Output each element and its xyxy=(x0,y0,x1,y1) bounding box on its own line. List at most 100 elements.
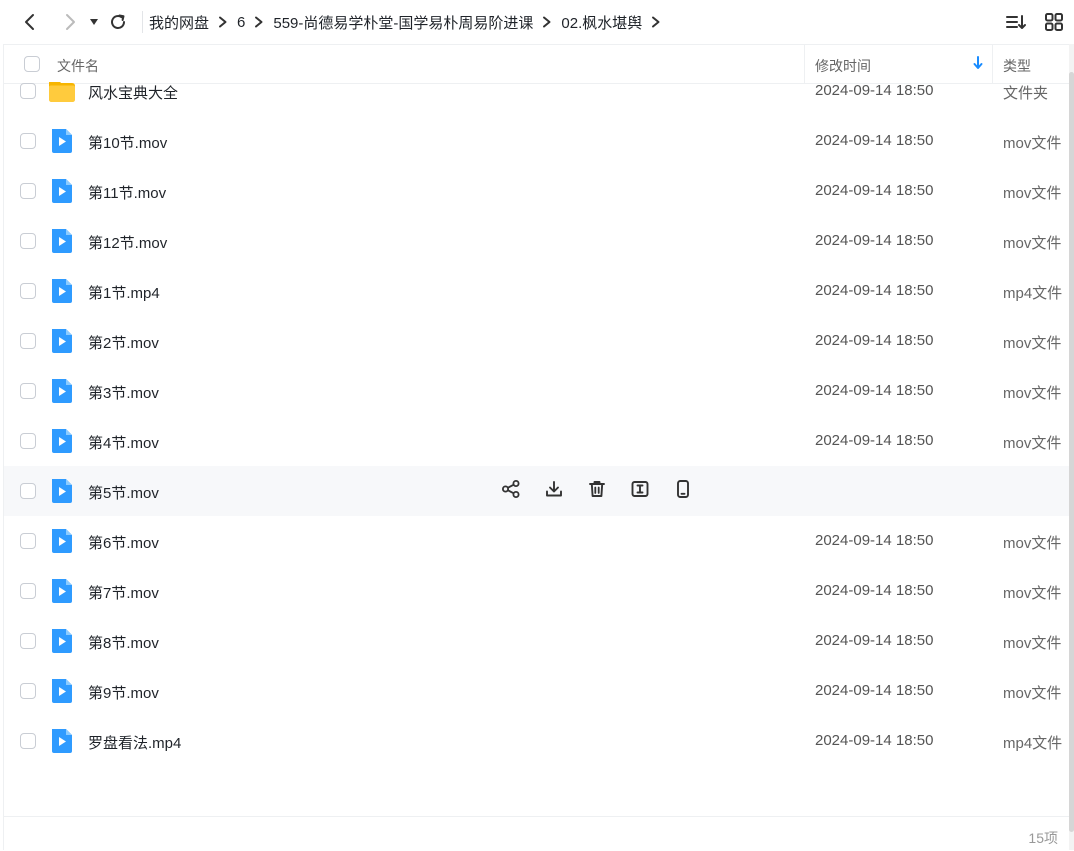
back-button[interactable] xyxy=(16,8,44,36)
history-dropdown-button[interactable] xyxy=(84,8,104,36)
file-type: mov文件 xyxy=(1003,385,1062,402)
video-file-icon xyxy=(48,328,76,354)
select-all-checkbox[interactable] xyxy=(24,56,40,72)
file-name[interactable]: 风水宝典大全 xyxy=(88,82,178,103)
column-type[interactable]: 类型 xyxy=(1003,56,1031,76)
video-file-icon xyxy=(48,528,76,554)
column-header: 文件名 修改时间 类型 xyxy=(4,44,1070,84)
file-name[interactable]: 第5节.mov xyxy=(88,482,159,503)
modified-time: 2024-09-14 18:50 xyxy=(815,432,934,449)
row-checkbox[interactable] xyxy=(20,533,36,549)
modified-time: 2024-09-14 18:50 xyxy=(815,82,934,99)
row-checkbox[interactable] xyxy=(20,333,36,349)
row-checkbox[interactable] xyxy=(20,633,36,649)
file-name[interactable]: 第6节.mov xyxy=(88,532,159,553)
column-modified-time[interactable]: 修改时间 xyxy=(815,56,871,76)
refresh-button[interactable] xyxy=(104,8,132,36)
file-row[interactable]: 第3节.mov 2024-09-14 18:50 mov文件 xyxy=(4,366,1070,416)
file-row[interactable]: 第12节.mov 2024-09-14 18:50 mov文件 xyxy=(4,216,1070,266)
file-name[interactable]: 第11节.mov xyxy=(88,182,166,203)
row-checkbox[interactable] xyxy=(20,583,36,599)
row-checkbox[interactable] xyxy=(20,733,36,749)
breadcrumb-chevron-icon xyxy=(218,16,228,28)
file-row[interactable]: 第5节.mov xyxy=(4,466,1070,516)
grid-view-button[interactable] xyxy=(1040,8,1068,36)
sort-button[interactable] xyxy=(1002,8,1030,36)
file-type: mov文件 xyxy=(1003,185,1062,202)
rename-button[interactable] xyxy=(629,480,651,502)
video-file-icon xyxy=(48,628,76,654)
file-name[interactable]: 第10节.mov xyxy=(88,132,167,153)
column-divider[interactable] xyxy=(992,45,993,83)
file-row[interactable]: 第4节.mov 2024-09-14 18:50 mov文件 xyxy=(4,416,1070,466)
row-checkbox[interactable] xyxy=(20,683,36,699)
grid-icon xyxy=(1045,13,1063,31)
row-checkbox[interactable] xyxy=(20,283,36,299)
download-button[interactable] xyxy=(543,480,565,502)
file-row[interactable]: 第11节.mov 2024-09-14 18:50 mov文件 xyxy=(4,166,1070,216)
modified-time: 2024-09-14 18:50 xyxy=(815,682,934,699)
video-file-icon xyxy=(48,478,76,504)
modified-time: 2024-09-14 18:50 xyxy=(815,732,934,749)
file-name[interactable]: 第2节.mov xyxy=(88,332,159,353)
file-name[interactable]: 第4节.mov xyxy=(88,432,159,453)
file-row[interactable]: 第9节.mov 2024-09-14 18:50 mov文件 xyxy=(4,666,1070,716)
modified-time: 2024-09-14 18:50 xyxy=(815,132,934,149)
left-border xyxy=(3,44,4,850)
file-type: mp4文件 xyxy=(1003,285,1063,302)
file-name[interactable]: 第1节.mp4 xyxy=(88,282,160,303)
file-type: mov文件 xyxy=(1003,685,1062,702)
file-name[interactable]: 第7节.mov xyxy=(88,582,159,603)
file-list: 枫水课补充资料2024-09-14 18:50文件夹风水宝典大全2024-09-… xyxy=(4,82,1070,816)
chevron-left-icon xyxy=(25,14,34,30)
file-row[interactable]: 第6节.mov 2024-09-14 18:50 mov文件 xyxy=(4,516,1070,566)
video-file-icon xyxy=(48,378,76,404)
file-row[interactable]: 罗盘看法.mp4 2024-09-14 18:50 mp4文件 xyxy=(4,716,1070,766)
scrollbar-thumb[interactable] xyxy=(1069,72,1074,832)
file-name[interactable]: 第9节.mov xyxy=(88,682,159,703)
breadcrumb: 我的网盘 6 559-尚德易学朴堂-国学易朴周易阶进课 02.枫水堪舆 xyxy=(149,12,670,33)
breadcrumb-item-1[interactable]: 6 xyxy=(237,14,245,31)
file-row[interactable]: 第10节.mov 2024-09-14 18:50 mov文件 xyxy=(4,116,1070,166)
phone-button[interactable] xyxy=(672,479,694,502)
row-checkbox[interactable] xyxy=(20,483,36,499)
video-file-icon xyxy=(48,128,76,154)
file-type: mp4文件 xyxy=(1003,735,1063,752)
sort-list-icon xyxy=(1006,15,1026,29)
row-checkbox[interactable] xyxy=(20,233,36,249)
video-file-icon xyxy=(48,678,76,704)
breadcrumb-item-current[interactable]: 02.枫水堪舆 xyxy=(561,12,642,33)
file-row[interactable]: 第8节.mov 2024-09-14 18:50 mov文件 xyxy=(4,616,1070,666)
sort-desc-icon xyxy=(973,56,983,73)
file-row[interactable]: 第2节.mov 2024-09-14 18:50 mov文件 xyxy=(4,316,1070,366)
file-type: mov文件 xyxy=(1003,235,1062,252)
row-checkbox[interactable] xyxy=(20,433,36,449)
delete-button[interactable] xyxy=(586,480,608,502)
row-checkbox[interactable] xyxy=(20,183,36,199)
file-type: mov文件 xyxy=(1003,135,1062,152)
breadcrumb-chevron-icon xyxy=(542,16,552,28)
file-name[interactable]: 第3节.mov xyxy=(88,382,159,403)
item-count: 15项 xyxy=(1028,830,1058,846)
scrollbar[interactable] xyxy=(1069,44,1074,850)
column-divider[interactable] xyxy=(804,45,805,83)
file-name[interactable]: 第8节.mov xyxy=(88,632,159,653)
forward-button[interactable] xyxy=(56,8,84,36)
column-name[interactable]: 文件名 xyxy=(57,56,99,76)
modified-time: 2024-09-14 18:50 xyxy=(815,282,934,299)
row-checkbox[interactable] xyxy=(20,83,36,99)
file-type: mov文件 xyxy=(1003,535,1062,552)
breadcrumb-chevron-icon xyxy=(254,16,264,28)
row-checkbox[interactable] xyxy=(20,383,36,399)
file-type: 文件夹 xyxy=(1003,85,1049,102)
row-checkbox[interactable] xyxy=(20,133,36,149)
video-file-icon xyxy=(48,728,76,754)
modified-time: 2024-09-14 18:50 xyxy=(815,632,934,649)
file-name[interactable]: 第12节.mov xyxy=(88,232,167,253)
file-name[interactable]: 罗盘看法.mp4 xyxy=(88,732,181,753)
file-row[interactable]: 第1节.mp4 2024-09-14 18:50 mp4文件 xyxy=(4,266,1070,316)
file-row[interactable]: 第7节.mov 2024-09-14 18:50 mov文件 xyxy=(4,566,1070,616)
breadcrumb-item-root[interactable]: 我的网盘 xyxy=(149,12,209,33)
share-button[interactable] xyxy=(500,479,522,502)
breadcrumb-item-2[interactable]: 559-尚德易学朴堂-国学易朴周易阶进课 xyxy=(273,12,533,33)
